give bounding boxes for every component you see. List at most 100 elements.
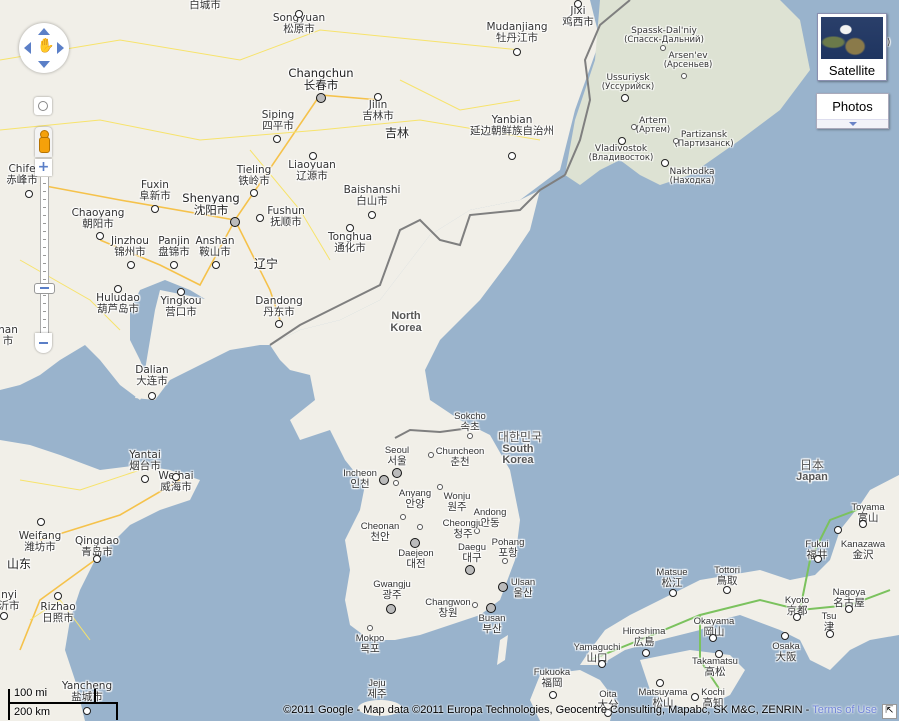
city-marker-icon[interactable] xyxy=(437,484,443,490)
place-label-linyi[interactable]: nyi 沂市 xyxy=(0,589,20,612)
place-label-nakhodka[interactable]: Nakhodka (Находка) xyxy=(670,167,715,186)
zoom-level-tick[interactable] xyxy=(43,223,46,224)
street-view-pegman[interactable] xyxy=(35,127,52,157)
city-marker-icon[interactable] xyxy=(386,604,396,614)
city-marker-icon[interactable] xyxy=(177,288,185,296)
place-label-fushun[interactable]: Fushun 抚顺市 xyxy=(267,205,305,228)
pan-up-arrow-icon[interactable] xyxy=(38,28,50,35)
place-label-partizansk[interactable]: Partizansk (Партизанск) xyxy=(674,130,733,149)
place-label-siping[interactable]: Siping 四平市 xyxy=(262,109,294,132)
city-marker-icon[interactable] xyxy=(37,518,45,526)
place-label-baicheng[interactable]: 白城市 xyxy=(189,0,221,11)
city-marker-icon[interactable] xyxy=(681,73,687,79)
city-marker-icon[interactable] xyxy=(472,602,478,608)
place-label-jilin-prov[interactable]: 吉林 xyxy=(385,127,409,140)
zoom-in-button[interactable]: + xyxy=(35,159,52,176)
place-label-fuxin[interactable]: Fuxin 阜新市 xyxy=(139,179,171,202)
terms-of-use-link[interactable]: Terms of Use xyxy=(812,704,877,716)
place-label-daegu[interactable]: Daegu 대구 xyxy=(458,543,486,564)
city-marker-icon[interactable] xyxy=(549,691,557,699)
place-label-gwangju[interactable]: Gwangju 광주 xyxy=(373,580,411,601)
place-label-matsue[interactable]: Matsue 松江 xyxy=(656,568,687,589)
zoom-level-tick[interactable] xyxy=(43,199,46,200)
place-label-hiroshima[interactable]: Hiroshima 広島 xyxy=(623,627,666,648)
city-marker-icon[interactable] xyxy=(642,649,650,657)
zoom-level-tick[interactable] xyxy=(43,231,46,232)
city-marker-icon[interactable] xyxy=(502,558,508,564)
city-marker-icon[interactable] xyxy=(141,475,149,483)
place-label-chuncheon[interactable]: Chuncheon 춘천 xyxy=(436,447,485,468)
city-marker-icon[interactable] xyxy=(275,320,283,328)
city-marker-icon[interactable] xyxy=(723,586,731,594)
city-marker-icon[interactable] xyxy=(392,468,402,478)
city-marker-icon[interactable] xyxy=(96,232,104,240)
city-marker-icon[interactable] xyxy=(393,480,399,486)
city-marker-icon[interactable] xyxy=(93,555,101,563)
city-marker-icon[interactable] xyxy=(618,137,626,145)
place-label-changwon[interactable]: Changwon 창원 xyxy=(425,598,470,619)
zoom-level-tick[interactable] xyxy=(43,279,46,280)
city-marker-icon[interactable] xyxy=(151,205,159,213)
place-label-takamatsu[interactable]: Takamatsu 高松 xyxy=(692,657,738,678)
zoom-level-tick[interactable] xyxy=(43,303,46,304)
place-label-tottori[interactable]: Tottori 鳥取 xyxy=(714,566,740,587)
pan-down-arrow-icon[interactable] xyxy=(38,61,50,68)
place-label-jeju[interactable]: Jeju 제주 xyxy=(367,679,386,700)
place-label-yantai[interactable]: Yantai 烟台市 xyxy=(129,449,161,472)
city-marker-icon[interactable] xyxy=(661,159,669,167)
zoom-level-tick[interactable] xyxy=(43,263,46,264)
city-marker-icon[interactable] xyxy=(250,189,258,197)
place-label-mudanjiang[interactable]: Mudanjiang 牡丹江市 xyxy=(486,21,547,44)
place-label-huludao[interactable]: Huludao 葫芦岛市 xyxy=(96,292,140,315)
zoom-level-tick[interactable] xyxy=(43,255,46,256)
place-label-jinzhou[interactable]: Jinzhou 锦州市 xyxy=(111,235,149,258)
place-label-weifang[interactable]: Weifang 潍坊市 xyxy=(19,530,62,553)
hand-icon[interactable]: ✋ xyxy=(37,39,54,53)
city-marker-icon[interactable] xyxy=(428,452,434,458)
city-marker-icon[interactable] xyxy=(834,526,842,534)
city-marker-icon[interactable] xyxy=(465,565,475,575)
city-marker-icon[interactable] xyxy=(212,261,220,269)
place-label-liaoyuan[interactable]: Liaoyuan 辽源市 xyxy=(288,159,336,182)
city-marker-icon[interactable] xyxy=(374,93,382,101)
city-marker-icon[interactable] xyxy=(400,514,406,520)
city-marker-icon[interactable] xyxy=(230,217,240,227)
zoom-level-tick[interactable] xyxy=(43,295,46,296)
place-label-daejeon[interactable]: Daejeon 대전 xyxy=(398,549,433,570)
place-label-jixi[interactable]: Jixi 鸡西市 xyxy=(562,5,594,28)
place-label-wonju[interactable]: Wonju 원주 xyxy=(444,492,471,513)
city-marker-icon[interactable] xyxy=(368,211,376,219)
city-marker-icon[interactable] xyxy=(379,475,389,485)
city-marker-icon[interactable] xyxy=(295,10,303,18)
city-marker-icon[interactable] xyxy=(256,214,264,222)
zoom-level-tick[interactable] xyxy=(43,207,46,208)
place-label-cheonan[interactable]: Cheonan 천안 xyxy=(361,522,400,543)
city-marker-icon[interactable] xyxy=(410,538,420,548)
zoom-level-tick[interactable] xyxy=(43,327,46,328)
city-marker-icon[interactable] xyxy=(498,582,508,592)
place-label-osaka[interactable]: Osaka 大阪 xyxy=(772,642,799,663)
city-marker-icon[interactable] xyxy=(814,555,822,563)
zoom-slider-thumb[interactable] xyxy=(34,283,55,294)
place-label-yingkou[interactable]: Yingkou 营口市 xyxy=(160,295,201,318)
zoom-level-tick[interactable] xyxy=(43,191,46,192)
pan-left-arrow-icon[interactable] xyxy=(24,42,31,54)
place-label-ulsan[interactable]: Ulsan 울산 xyxy=(511,578,535,599)
place-label-incheon[interactable]: Incheon 인천 xyxy=(343,469,377,490)
zoom-level-tick[interactable] xyxy=(43,247,46,248)
city-marker-icon[interactable] xyxy=(660,45,666,51)
place-label-busan[interactable]: Busan 부산 xyxy=(479,614,506,635)
place-label-south-korea[interactable]: 대한민국 South Korea xyxy=(498,431,542,467)
city-marker-icon[interactable] xyxy=(273,135,281,143)
place-label-japan[interactable]: 日本 Japan xyxy=(796,459,828,483)
city-marker-icon[interactable] xyxy=(656,679,664,687)
place-label-ussuriysk[interactable]: Ussuriysk (Уссурийск) xyxy=(602,73,654,92)
city-marker-icon[interactable] xyxy=(417,524,423,530)
place-label-tieling[interactable]: Tieling 铁岭市 xyxy=(237,164,272,187)
pan-right-arrow-icon[interactable] xyxy=(57,42,64,54)
city-marker-icon[interactable] xyxy=(598,660,606,668)
zoom-level-tick[interactable] xyxy=(43,215,46,216)
zoom-slider-track[interactable] xyxy=(40,177,49,334)
place-label-north-korea[interactable]: North Korea xyxy=(386,310,426,334)
zoom-level-tick[interactable] xyxy=(43,183,46,184)
